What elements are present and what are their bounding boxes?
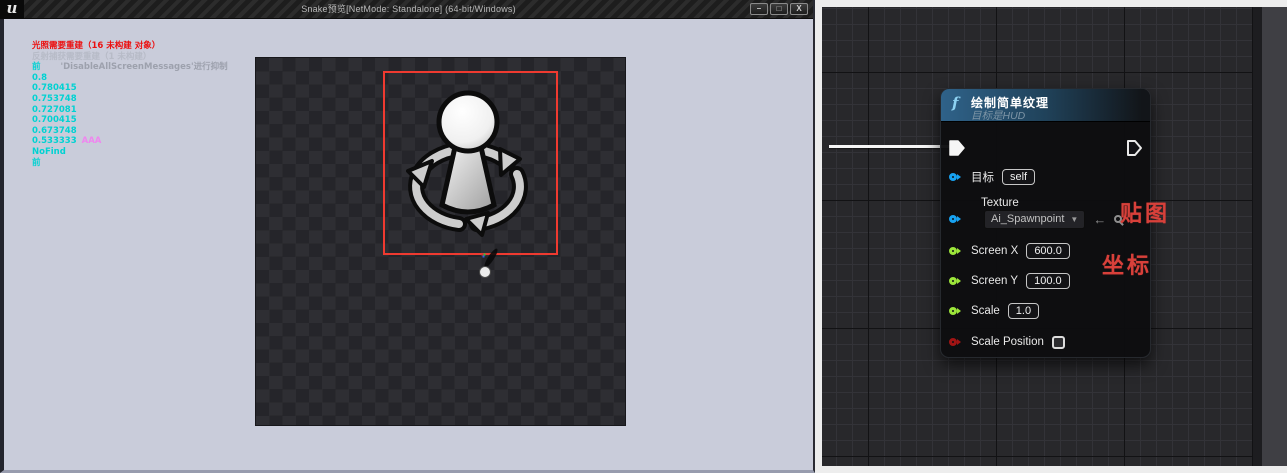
debug-row: 光照需要重建（16 未构建 对象） (32, 41, 228, 52)
pin-row-target: 目标 self (949, 168, 1142, 186)
player-start-icon (406, 87, 536, 245)
debug-row: 反射捕获需要重建（1 未构建） (32, 52, 228, 63)
screen-x-label: Screen X (971, 245, 1018, 257)
node-subtitle: 目标是HUD (971, 108, 1025, 123)
close-button[interactable]: X (790, 3, 808, 15)
game-preview-window: u Snake预览[NetMode: Standalone] (64-bit/W… (0, 0, 815, 473)
side-scrollbar[interactable] (1262, 7, 1287, 466)
debug-row: 0.673748 (32, 126, 228, 137)
annotation-texture: 贴图 (1120, 196, 1170, 228)
scale-value[interactable]: 1.0 (1008, 303, 1039, 319)
use-selected-asset-icon[interactable]: ← (1093, 213, 1106, 226)
debug-row: 0.8 (32, 73, 228, 84)
annotation-coords: 坐标 (1102, 248, 1152, 280)
debug-messages: 光照需要重建（16 未构建 对象） 反射捕获需要重建（1 未构建） 前'Disa… (32, 41, 228, 168)
blueprint-graph-canvas[interactable]: f 绘制简单纹理 目标是HUD 目标 self Texture Ai_Spawn… (822, 7, 1253, 466)
debug-row: 0.533333AAA (32, 136, 228, 147)
blueprint-editor-panel: f 绘制简单纹理 目标是HUD 目标 self Texture Ai_Spawn… (815, 0, 1287, 473)
debug-row: NoFind (32, 147, 228, 158)
screen-y-pin[interactable] (949, 277, 957, 285)
pin-row-texture: Ai_Spawnpoint ▼ ← (949, 209, 1142, 229)
function-icon: f (952, 94, 958, 112)
target-pin[interactable] (949, 173, 957, 181)
scale-position-label: Scale Position (971, 336, 1044, 348)
texture-dropdown-value: Ai_Spawnpoint (991, 212, 1064, 227)
debug-row: 0.700415 (32, 115, 228, 126)
window-title: Snake预览[NetMode: Standalone] (64-bit/Win… (4, 0, 813, 19)
debug-tag-aaa: AAA (82, 136, 102, 146)
window-controls: – □ X (750, 3, 808, 15)
pin-row-scale: Scale 1.0 (949, 302, 1142, 320)
debug-suppress-note: 'DisableAllScreenMessages'进行抑制 (61, 62, 228, 72)
exec-input-pin[interactable] (949, 139, 966, 157)
texture-dropdown[interactable]: Ai_Spawnpoint ▼ (984, 210, 1085, 229)
debug-row: 前'DisableAllScreenMessages'进行抑制 (32, 62, 228, 73)
window-titlebar[interactable]: u Snake预览[NetMode: Standalone] (64-bit/W… (4, 0, 813, 19)
screen-x-value[interactable]: 600.0 (1026, 243, 1070, 259)
screen-x-pin[interactable] (949, 247, 957, 255)
node-header[interactable]: f 绘制简单纹理 目标是HUD (941, 89, 1150, 122)
pin-row-scale-position: Scale Position (949, 333, 1142, 351)
chevron-down-icon: ▼ (1070, 212, 1078, 227)
scale-position-pin[interactable] (949, 338, 957, 346)
debug-row: 0.727081 (32, 105, 228, 116)
graph-edge-strip (1253, 7, 1262, 466)
exec-output-pin[interactable] (1126, 139, 1143, 157)
debug-row: 前 (32, 158, 228, 169)
debug-row: 0.753748 (32, 94, 228, 105)
minimize-button[interactable]: – (750, 3, 768, 15)
texture-pin[interactable] (949, 215, 957, 223)
screen-y-value[interactable]: 100.0 (1026, 273, 1070, 289)
maximize-button[interactable]: □ (770, 3, 788, 15)
target-pin-label: 目标 (971, 169, 994, 185)
scale-pin[interactable] (949, 307, 957, 315)
scale-position-checkbox[interactable] (1052, 336, 1065, 349)
texture-pin-label: Texture (981, 197, 1019, 209)
debug-row: 0.780415 (32, 83, 228, 94)
exec-wire (829, 145, 951, 148)
scale-label: Scale (971, 305, 1000, 317)
target-value[interactable]: self (1002, 169, 1035, 185)
game-viewport[interactable] (255, 57, 626, 426)
pawn-object (472, 247, 502, 281)
screen-y-label: Screen Y (971, 275, 1018, 287)
